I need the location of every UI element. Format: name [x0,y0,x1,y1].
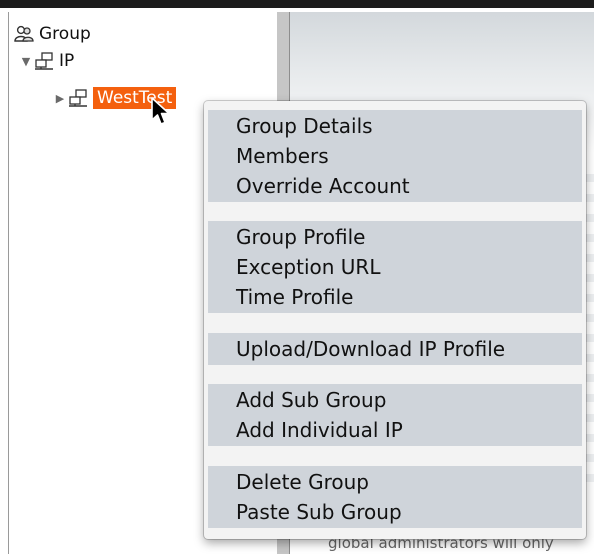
disclosure-collapsed-icon[interactable]: ▶ [53,92,67,105]
menu-item-exception-url[interactable]: Exception URL [236,252,380,282]
mouse-pointer-icon [151,97,170,125]
menu-item-group-profile[interactable]: Group Profile [236,222,365,252]
network-icon [33,51,55,71]
group-users-icon [13,24,35,44]
network-icon [67,88,89,108]
context-menu: Group Details Members Override Account G… [204,101,586,539]
window-top-bar [0,0,594,8]
menu-item-add-sub-group[interactable]: Add Sub Group [236,385,386,415]
tree-node-ip-label: IP [59,51,75,71]
tree-node-group-label: Group [39,24,91,44]
menu-item-override-account[interactable]: Override Account [236,171,410,201]
menu-item-upload-download-ip-profile[interactable]: Upload/Download IP Profile [236,334,505,364]
menu-item-members[interactable]: Members [236,141,329,171]
menu-item-paste-sub-group[interactable]: Paste Sub Group [236,497,402,527]
tree-node-ip[interactable]: ▼ IP [19,50,75,72]
menu-item-add-individual-ip[interactable]: Add Individual IP [236,415,403,445]
disclosure-expanded-icon[interactable]: ▼ [19,55,33,68]
menu-item-delete-group[interactable]: Delete Group [236,467,369,497]
menu-item-group-details[interactable]: Group Details [236,111,373,141]
tree-node-group[interactable]: Group [13,23,91,45]
menu-item-time-profile[interactable]: Time Profile [236,282,354,312]
